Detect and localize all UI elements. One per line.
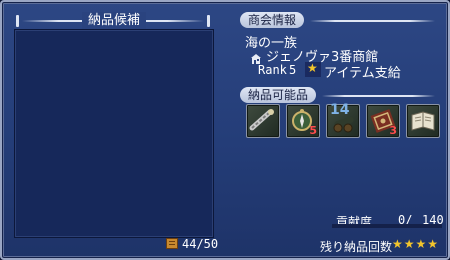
star-icon: ★: [305, 61, 321, 77]
deliverable-header: 納品可能品: [240, 87, 317, 103]
contribution-progress: [332, 224, 442, 228]
compass-icon[interactable]: 5: [286, 104, 320, 138]
delivery-candidate-list[interactable]: [14, 29, 214, 238]
rope-tool-icon[interactable]: [246, 104, 280, 138]
remaining-deliveries-label: 残り納品回数: [320, 240, 393, 254]
cannon-icon[interactable]: 14: [326, 102, 360, 138]
cargo-crate-icon: [166, 238, 178, 249]
candidate-header: 納品候補: [12, 12, 214, 30]
guild-info-header: 商会情報: [240, 12, 305, 28]
carpet-icon[interactable]: 3: [366, 104, 400, 138]
candidate-title: 納品候補: [82, 12, 147, 30]
guild-info-rule: [310, 20, 435, 22]
item-count: 5: [309, 124, 317, 137]
guild-delivery-window: 納品候補 44/50 商会情報 海の一族 ジェノヴァ3番商館 Rank 5 ★ …: [0, 0, 450, 260]
header-ornament-right: [207, 15, 210, 27]
building-icon: [250, 49, 262, 64]
rank-label: Rank: [258, 63, 287, 77]
cargo-capacity: 44/50: [182, 237, 219, 251]
rank-value: 5: [289, 63, 297, 77]
item-count: 3: [389, 124, 397, 137]
header-ornament-left: [16, 15, 19, 27]
remaining-deliveries-stars: ★★★★: [392, 237, 440, 251]
book-icon[interactable]: [406, 104, 440, 138]
deliverable-rule: [322, 95, 435, 97]
item-support: アイテム支給: [324, 66, 401, 81]
item-count: 14: [330, 102, 350, 118]
